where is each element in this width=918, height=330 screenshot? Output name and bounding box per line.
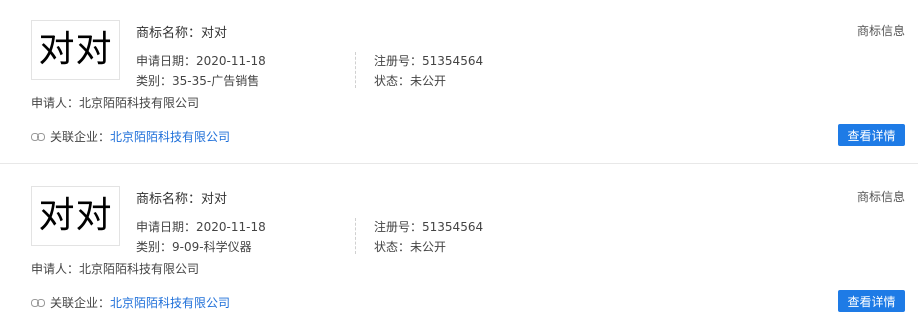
trademark-logo-text: 对对 (38, 29, 113, 70)
category-label: 类别： (136, 74, 173, 88)
view-details-button[interactable]: 查看详情 (838, 290, 905, 312)
link-icon (31, 132, 45, 141)
trademark-info-tag: 商标信息 (856, 190, 905, 204)
registration-number: 注册号：51354564 (374, 218, 483, 235)
reg-label: 注册号： (374, 54, 423, 68)
date-value: 2020-11-18 (196, 54, 266, 68)
category-value: 9-09-科学仪器 (172, 240, 252, 254)
related-company: 关联企业： 北京陌陌科技有限公司 (31, 294, 230, 311)
status-label: 状态： (374, 240, 411, 254)
name-label: 商标名称： (136, 192, 202, 207)
application-date: 申请日期：2020-11-18 (136, 52, 266, 69)
reg-value: 51354564 (422, 54, 484, 68)
applicant: 申请人：北京陌陌科技有限公司 (31, 260, 199, 277)
category: 类别：9-09-科学仪器 (136, 238, 252, 255)
status-label: 状态： (374, 74, 411, 88)
applicant-label: 申请人： (31, 96, 80, 110)
name-label: 商标名称： (136, 26, 202, 41)
trademark-logo-text: 对对 (38, 195, 113, 236)
applicant-value: 北京陌陌科技有限公司 (79, 262, 200, 276)
trademark-card: 对对 商标名称：对对 申请日期：2020-11-18 类别：9-09-科学仪器 … (0, 166, 918, 330)
related-label: 关联企业： (50, 296, 111, 310)
field-divider (355, 218, 356, 254)
field-divider (355, 52, 356, 88)
related-company-link[interactable]: 北京陌陌科技有限公司 (110, 128, 230, 145)
date-value: 2020-11-18 (196, 220, 266, 234)
application-date: 申请日期：2020-11-18 (136, 218, 266, 235)
status-value: 未公开 (410, 74, 447, 88)
reg-value: 51354564 (422, 220, 484, 234)
reg-label: 注册号： (374, 220, 423, 234)
name-value: 对对 (201, 192, 228, 207)
registration-number: 注册号：51354564 (374, 52, 483, 69)
link-icon (31, 298, 45, 307)
status-value: 未公开 (410, 240, 447, 254)
name-value: 对对 (201, 26, 228, 41)
applicant-label: 申请人： (31, 262, 80, 276)
trademark-name: 商标名称：对对 (136, 22, 227, 41)
trademark-name: 商标名称：对对 (136, 188, 227, 207)
applicant-value: 北京陌陌科技有限公司 (79, 96, 200, 110)
trademark-logo: 对对 (31, 20, 120, 80)
related-label: 关联企业： (50, 130, 111, 144)
date-label: 申请日期： (136, 220, 197, 234)
status: 状态：未公开 (374, 238, 446, 255)
trademark-info-tag: 商标信息 (856, 24, 905, 38)
related-company-link[interactable]: 北京陌陌科技有限公司 (110, 294, 230, 311)
trademark-logo: 对对 (31, 186, 120, 246)
status: 状态：未公开 (374, 72, 446, 89)
category: 类别：35-35-广告销售 (136, 72, 259, 89)
date-label: 申请日期： (136, 54, 197, 68)
category-label: 类别： (136, 240, 173, 254)
trademark-card: 对对 商标名称：对对 申请日期：2020-11-18 类别：35-35-广告销售… (0, 0, 918, 164)
related-company: 关联企业： 北京陌陌科技有限公司 (31, 128, 230, 145)
view-details-button[interactable]: 查看详情 (838, 124, 905, 146)
applicant: 申请人：北京陌陌科技有限公司 (31, 94, 199, 111)
category-value: 35-35-广告销售 (172, 74, 260, 88)
